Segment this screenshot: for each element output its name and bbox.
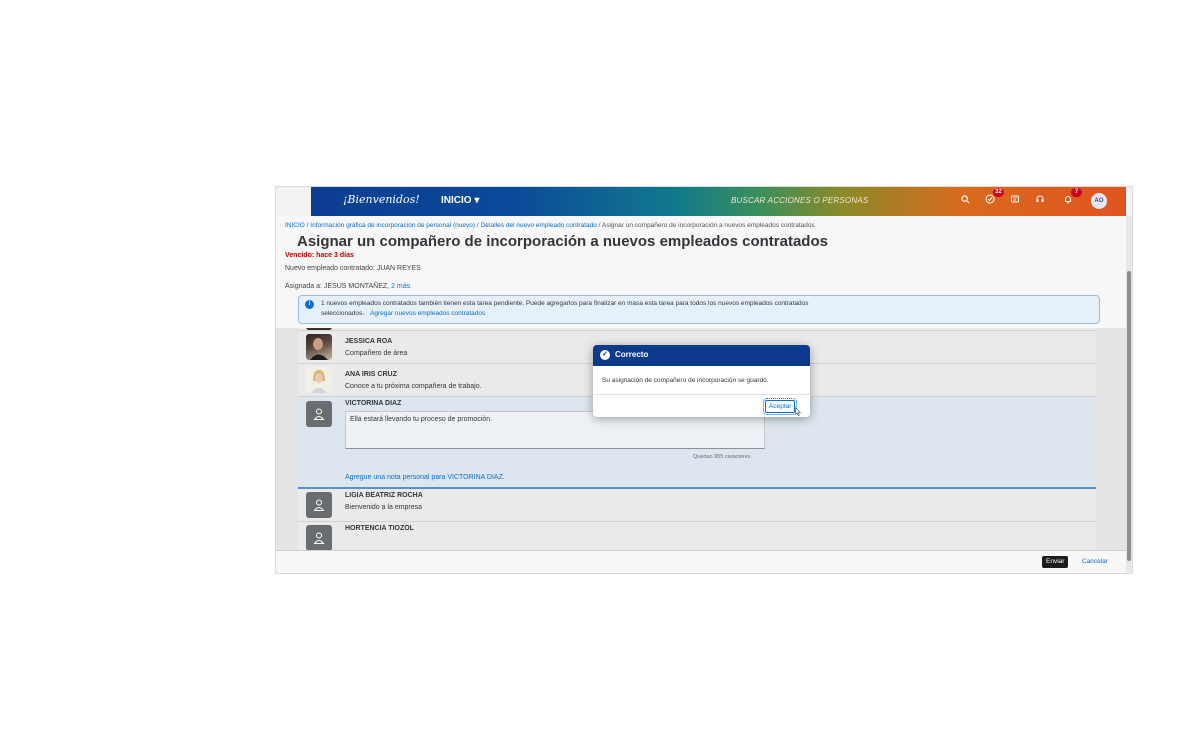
mouse-cursor-icon [795,407,801,416]
avatar-placeholder [306,401,332,427]
row-note: Conoce a tu próxima compañera de trabajo… [345,383,482,390]
company-logo: ¡Bienvenidos! [343,193,420,206]
user-avatar[interactable]: AO [1091,193,1107,209]
dialog-message: Su asignación de compañero de incorporac… [602,377,769,384]
characters-remaining: Quedan 955 caracteres [693,454,751,460]
dialog-divider [593,394,810,395]
search-icon[interactable] [958,194,972,208]
dialog-header: ✓ Correcto [593,345,810,366]
info-message-strip: i 1 nuevos empleados contratados también… [298,295,1100,324]
breadcrumb-new-hire-details-link[interactable]: Detalles del nuevo empleado contratado [480,222,596,229]
footer-toolbar: Enviar Cancelar [276,550,1126,573]
list-item[interactable]: LIGIA BEATRIZ ROCHA Bienvenido a la empr… [298,489,1096,522]
breadcrumb-home-link[interactable]: INICIO [285,222,305,229]
info-text: 1 nuevos empleados contratados también t… [321,300,809,307]
vertical-scrollbar[interactable] [1126,216,1132,572]
scroll-thumb[interactable] [1127,271,1131,561]
breadcrumb-onboarding-link[interactable]: Información gráfica de incorporación de … [310,222,475,229]
add-new-hires-link[interactable]: Agregar nuevos empleados contratados [370,310,485,317]
tasks-icon[interactable]: 32 [983,188,1004,208]
avatar-photo [306,367,332,393]
row-name: ANA IRIS CRUZ [345,371,397,378]
assigned-to-label: Asignada a: JESUS MONTAÑEZ, 2 más [285,283,411,290]
row-note: Compañero de área [345,350,408,357]
row-name: JESSICA ROA [345,338,393,345]
assigned-more-link[interactable]: 2 más [391,283,410,290]
search-input[interactable]: BUSCAR ACCIONES O PERSONAS [731,196,868,205]
breadcrumb: INICIO / Información gráfica de incorpor… [285,222,815,229]
tasks-count-badge: 32 [993,188,1004,197]
notifications-bell-icon[interactable]: 7 [1061,188,1082,208]
avatar-placeholder [306,525,332,550]
page-header: INICIO / Información gráfica de incorpor… [276,216,1126,328]
check-circle-icon: ✓ [600,350,610,360]
success-dialog: ✓ Correcto Su asignación de compañero de… [593,345,810,417]
row-name: VICTORINA DIAZ [345,400,402,407]
dialog-title: Correcto [615,350,649,359]
person-icon [313,408,325,420]
new-hire-label: Nuevo empleado contratado: JUAN REYES [285,265,421,272]
home-menu[interactable]: INICIO ▾ [441,195,479,206]
avatar-placeholder [306,492,332,518]
cancel-button[interactable]: Cancelar [1082,556,1108,568]
headset-icon[interactable] [1033,194,1047,208]
notifications-count-badge: 7 [1071,188,1082,197]
approvals-icon[interactable] [1008,194,1022,208]
list-item[interactable]: HORTENCIA TIOZOL [298,522,1096,550]
accept-button[interactable]: Aceptar [762,398,798,415]
info-text-cont: seleccionados. [321,310,364,317]
top-navigation-bar: ¡Bienvenidos! INICIO ▾ BUSCAR ACCIONES O… [311,187,1126,216]
send-button[interactable]: Enviar [1042,556,1069,568]
avatar-photo [306,328,332,330]
avatar-photo [306,334,332,360]
person-icon [313,499,325,511]
row-name: HORTENCIA TIOZOL [345,525,414,532]
overdue-status: Vencido: hace 3 días [285,252,354,259]
add-personal-note-link[interactable]: Agregue una nota personal para VICTORINA… [345,474,505,481]
breadcrumb-current: Asignar un compañero de incorporación a … [601,222,815,229]
info-icon: i [305,300,314,309]
person-icon [313,532,325,544]
row-name: LIGIA BEATRIZ ROCHA [345,492,423,499]
row-note: Bienvenido a la empresa [345,504,423,511]
page-title: Asignar un compañero de incorporación a … [297,233,828,250]
